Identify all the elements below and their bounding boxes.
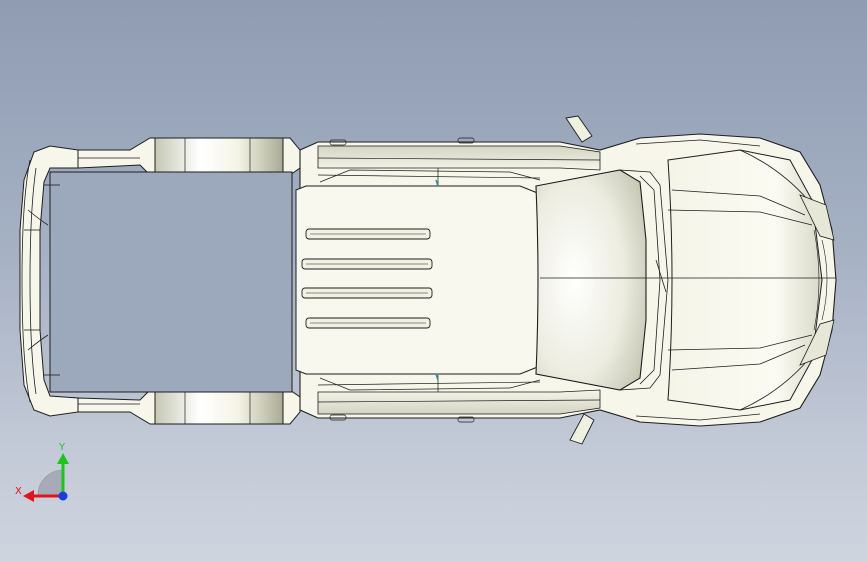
z-axis-dot [58, 491, 68, 501]
triad-graphic [23, 453, 69, 502]
x-axis-label: X [15, 486, 22, 497]
rear-wheel-left [154, 137, 284, 173]
coordinate-triad[interactable]: X Y [10, 440, 80, 510]
x-axis-arrow [23, 490, 34, 502]
y-axis-arrow [57, 453, 69, 464]
windshield [535, 169, 647, 391]
rear-wheel-right [154, 391, 284, 425]
roof-panel [295, 185, 541, 375]
y-axis-label: Y [59, 442, 66, 453]
hood [667, 149, 823, 411]
truck-model-top-view[interactable] [0, 0, 867, 562]
graphics-viewport[interactable]: X Y [0, 0, 867, 562]
bed-opening [49, 171, 293, 393]
triad-plane [37, 469, 64, 496]
left-mirror [565, 115, 593, 143]
right-mirror [569, 413, 595, 445]
